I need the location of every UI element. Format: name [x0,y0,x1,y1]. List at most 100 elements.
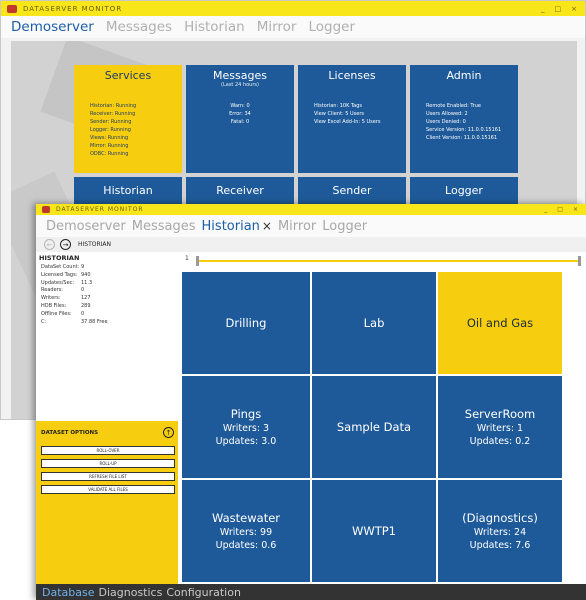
close-button[interactable]: × [571,5,577,13]
dataset-tile-wwtp1[interactable]: WWTP1 [312,480,436,582]
tile-title: Services [104,69,152,82]
dataset-tile-pings[interactable]: Pings Writers: 3 Updates: 3.0 [182,376,310,478]
tile-subtitle: (Last 24 hours) [221,82,259,88]
dataset-name: Drilling [225,315,267,330]
tile-size-slider[interactable]: 1 [182,254,586,266]
tab-diagnostics[interactable]: Diagnostics [99,586,163,599]
minimize-button[interactable]: _ [544,206,547,213]
stat-label: HDB Files: [41,302,67,309]
roll-up-button[interactable]: ROLL-UP [41,459,175,468]
stat-row: DataSet Count: 9 [41,264,178,272]
menu-historian[interactable]: Historian [184,19,245,35]
historian-info-panel: HISTORIAN DataSet Count: 9 Licensed Tags:… [36,252,178,584]
dataset-updates: Updates: 0.6 [215,539,277,551]
close-tab-icon[interactable]: × [262,219,272,233]
service-line: ODBC: Running [90,151,129,157]
screen-root: DATASERVER MONITOR _ □ × Demoserver Mess… [0,0,586,600]
breadcrumb: HISTORIAN [78,241,112,248]
front-window: DATASERVER MONITOR _ □ × Demoserver Mess… [36,204,586,600]
tile-services[interactable]: Services Historian: Running Receiver: Ru… [74,65,182,173]
tab-database[interactable]: Database [42,586,95,599]
dataset-name: Pings [230,406,262,421]
validate-all-files-button[interactable]: VALIDATE ALL FILES [41,485,175,494]
dataset-writers: Writers: 1 [476,422,524,434]
front-titlebar: DATASERVER MONITOR _ □ × [36,204,586,215]
tile-admin[interactable]: Admin Remote Enabled: True Users Allowed… [410,65,518,173]
collapse-up-icon[interactable]: ↑ [163,427,174,438]
stat-label: Licensed Tags: [41,271,78,278]
dataset-tile-sample-data[interactable]: Sample Data [312,376,436,478]
panel-title: HISTORIAN [39,254,80,262]
admin-line: Users Denied: 0 [426,119,466,125]
front-window-title: DATASERVER MONITOR [56,206,144,213]
slider-track[interactable] [196,260,580,262]
dataset-tile-drilling[interactable]: Drilling [182,272,310,374]
dataset-tile-diagnostics[interactable]: (Diagnostics) Writers: 24 Updates: 7.6 [438,480,562,582]
menu-demoserver[interactable]: Demoserver [46,219,126,234]
stat-row: Offline Files: 0 [41,311,178,319]
messages-list: Warn: 0 Error: 34 Fatal: 0 [186,102,294,126]
stat-value: 37.88 Free [81,318,108,325]
maximize-button[interactable]: □ [557,206,563,213]
app-logo-icon [7,4,17,13]
menu-messages[interactable]: Messages [132,219,196,234]
refresh-file-list-button[interactable]: REFRESH FILE LIST [41,472,175,481]
admin-line: Client Version: 11.0.0.15161 [426,135,498,141]
forward-arrow-icon[interactable]: → [60,239,71,250]
menu-mirror[interactable]: Mirror [257,19,297,35]
slider-thumb[interactable] [196,256,199,266]
tile-receiver[interactable]: Receiver [186,177,294,207]
menu-logger[interactable]: Logger [322,219,367,234]
menu-historian[interactable]: Historian [202,219,260,234]
back-arrow-icon[interactable]: ← [44,239,55,250]
dataset-grid: Drilling Lab Oil and Gas Pings Writers: … [182,272,582,584]
dataset-tile-wastewater[interactable]: Wastewater Writers: 99 Updates: 0.6 [182,480,310,582]
tab-configuration[interactable]: Configuration [166,586,241,599]
dataset-tile-serverroom[interactable]: ServerRoom Writers: 1 Updates: 0.2 [438,376,562,478]
menu-mirror[interactable]: Mirror [278,219,316,234]
service-line: Receiver: Running [90,111,136,117]
slider-label: 1 [185,255,189,262]
front-menubar: Demoserver Messages Historian × Mirror L… [36,215,586,237]
dataset-options-panel: DATASET OPTIONS ↑ ROLL-OVER ROLL-UP REFR… [36,421,178,584]
menu-messages[interactable]: Messages [106,19,172,35]
license-line: View Client: 5 Users [314,111,364,117]
menu-logger[interactable]: Logger [308,19,355,35]
stat-label: Updates/Sec: [41,279,75,286]
stat-value: 127 [81,295,91,302]
dataset-tile-lab[interactable]: Lab [312,272,436,374]
stat-label: Writers: [41,295,61,302]
stat-row: Licensed Tags: 940 [41,272,178,280]
dataset-name: Oil and Gas [466,315,534,330]
menu-demoserver[interactable]: Demoserver [11,19,94,35]
dataset-updates: Updates: 0.2 [469,435,531,447]
dataset-name: Sample Data [336,419,412,434]
dataset-options-header: DATASET OPTIONS ↑ [36,421,178,438]
window-controls: _ □ × [544,206,586,213]
dataset-name: Wastewater [211,510,281,525]
back-menubar: Demoserver Messages Historian Mirror Log… [1,16,585,38]
dataset-writers: Writers: 99 [219,526,273,538]
dataset-name: (Diagnostics) [462,510,538,525]
close-button[interactable]: × [573,206,578,213]
licenses-list: Historian: 10K Tags View Client: 5 Users… [298,102,406,126]
dataset-tile-oil-and-gas[interactable]: Oil and Gas [438,272,562,374]
tile-messages[interactable]: Messages (Last 24 hours) Warn: 0 Error: … [186,65,294,173]
dataset-updates: Updates: 7.6 [469,539,531,551]
roll-over-button[interactable]: ROLL-OVER [41,446,175,455]
maximize-button[interactable]: □ [555,5,562,13]
stat-row: HDB Files: 289 [41,303,178,311]
summary-tiles: Services Historian: Running Receiver: Ru… [74,65,518,173]
app-logo-icon [42,206,50,213]
slider-end-marker [578,256,581,266]
admin-line: Remote Enabled: True [426,103,481,109]
stat-label: Offline Files: [41,310,72,317]
tile-sender[interactable]: Sender [298,177,406,207]
tile-logger[interactable]: Logger [410,177,518,207]
tile-licenses[interactable]: Licenses Historian: 10K Tags View Client… [298,65,406,173]
dataset-name: Lab [363,315,385,330]
minimize-button[interactable]: _ [541,5,545,13]
tile-historian[interactable]: Historian [74,177,182,207]
admin-line: Users Allowed: 2 [426,111,468,117]
admin-line: Service Version: 11.0.0.15161 [426,127,502,133]
